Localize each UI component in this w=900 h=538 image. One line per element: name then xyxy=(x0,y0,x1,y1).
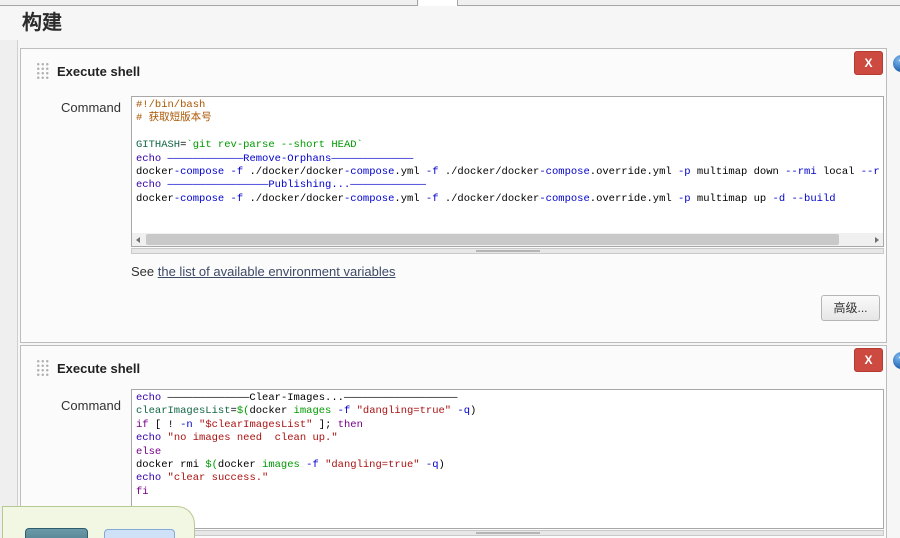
build-step-title: Execute shell xyxy=(57,64,141,79)
command-label: Command xyxy=(61,398,121,413)
env-variables-link[interactable]: the list of available environment variab… xyxy=(158,264,396,279)
scroll-right-icon[interactable] xyxy=(870,233,883,246)
left-margin-rail xyxy=(0,40,18,538)
delete-step-button[interactable]: X xyxy=(854,51,883,75)
command-label: Command xyxy=(61,100,121,115)
help-icon[interactable]: ? xyxy=(893,55,900,72)
apply-button[interactable] xyxy=(104,529,175,538)
drag-handle-icon[interactable] xyxy=(36,359,50,376)
delete-step-button[interactable]: X xyxy=(854,348,883,372)
top-tab-gap xyxy=(419,0,457,6)
horizontal-scrollbar[interactable] xyxy=(132,233,883,246)
shell-script-text[interactable]: #!/bin/bash # 获取短版本号 GITHASH=`git rev-par… xyxy=(136,99,882,232)
resize-grip-icon xyxy=(475,532,540,534)
help-icon[interactable]: ? xyxy=(893,352,900,369)
editor-resize-handle[interactable] xyxy=(131,530,884,536)
build-step-title: Execute shell xyxy=(57,361,141,376)
save-button[interactable] xyxy=(25,528,88,538)
scrollbar-thumb[interactable] xyxy=(146,234,839,245)
shell-script-text[interactable]: echo —————————————Clear-Images...———————… xyxy=(136,392,882,526)
top-tab-strip-left[interactable] xyxy=(0,0,418,6)
editor-resize-handle[interactable] xyxy=(131,248,884,254)
drag-handle-icon[interactable] xyxy=(36,62,50,79)
scroll-left-icon[interactable] xyxy=(132,233,145,246)
command-editor[interactable]: #!/bin/bash # 获取短版本号 GITHASH=`git rev-par… xyxy=(131,96,884,247)
top-tab-strip-right[interactable] xyxy=(457,0,900,6)
resize-grip-icon xyxy=(475,250,540,252)
advanced-button[interactable]: 高级... xyxy=(821,295,880,321)
env-variables-note: See the list of available environment va… xyxy=(131,264,396,279)
build-step-1: Execute shell X Command #!/bin/bash # 获取短… xyxy=(20,48,887,343)
page-title: 构建 xyxy=(22,12,62,34)
command-editor[interactable]: echo —————————————Clear-Images...———————… xyxy=(131,389,884,529)
env-note-prefix: See xyxy=(131,264,158,279)
